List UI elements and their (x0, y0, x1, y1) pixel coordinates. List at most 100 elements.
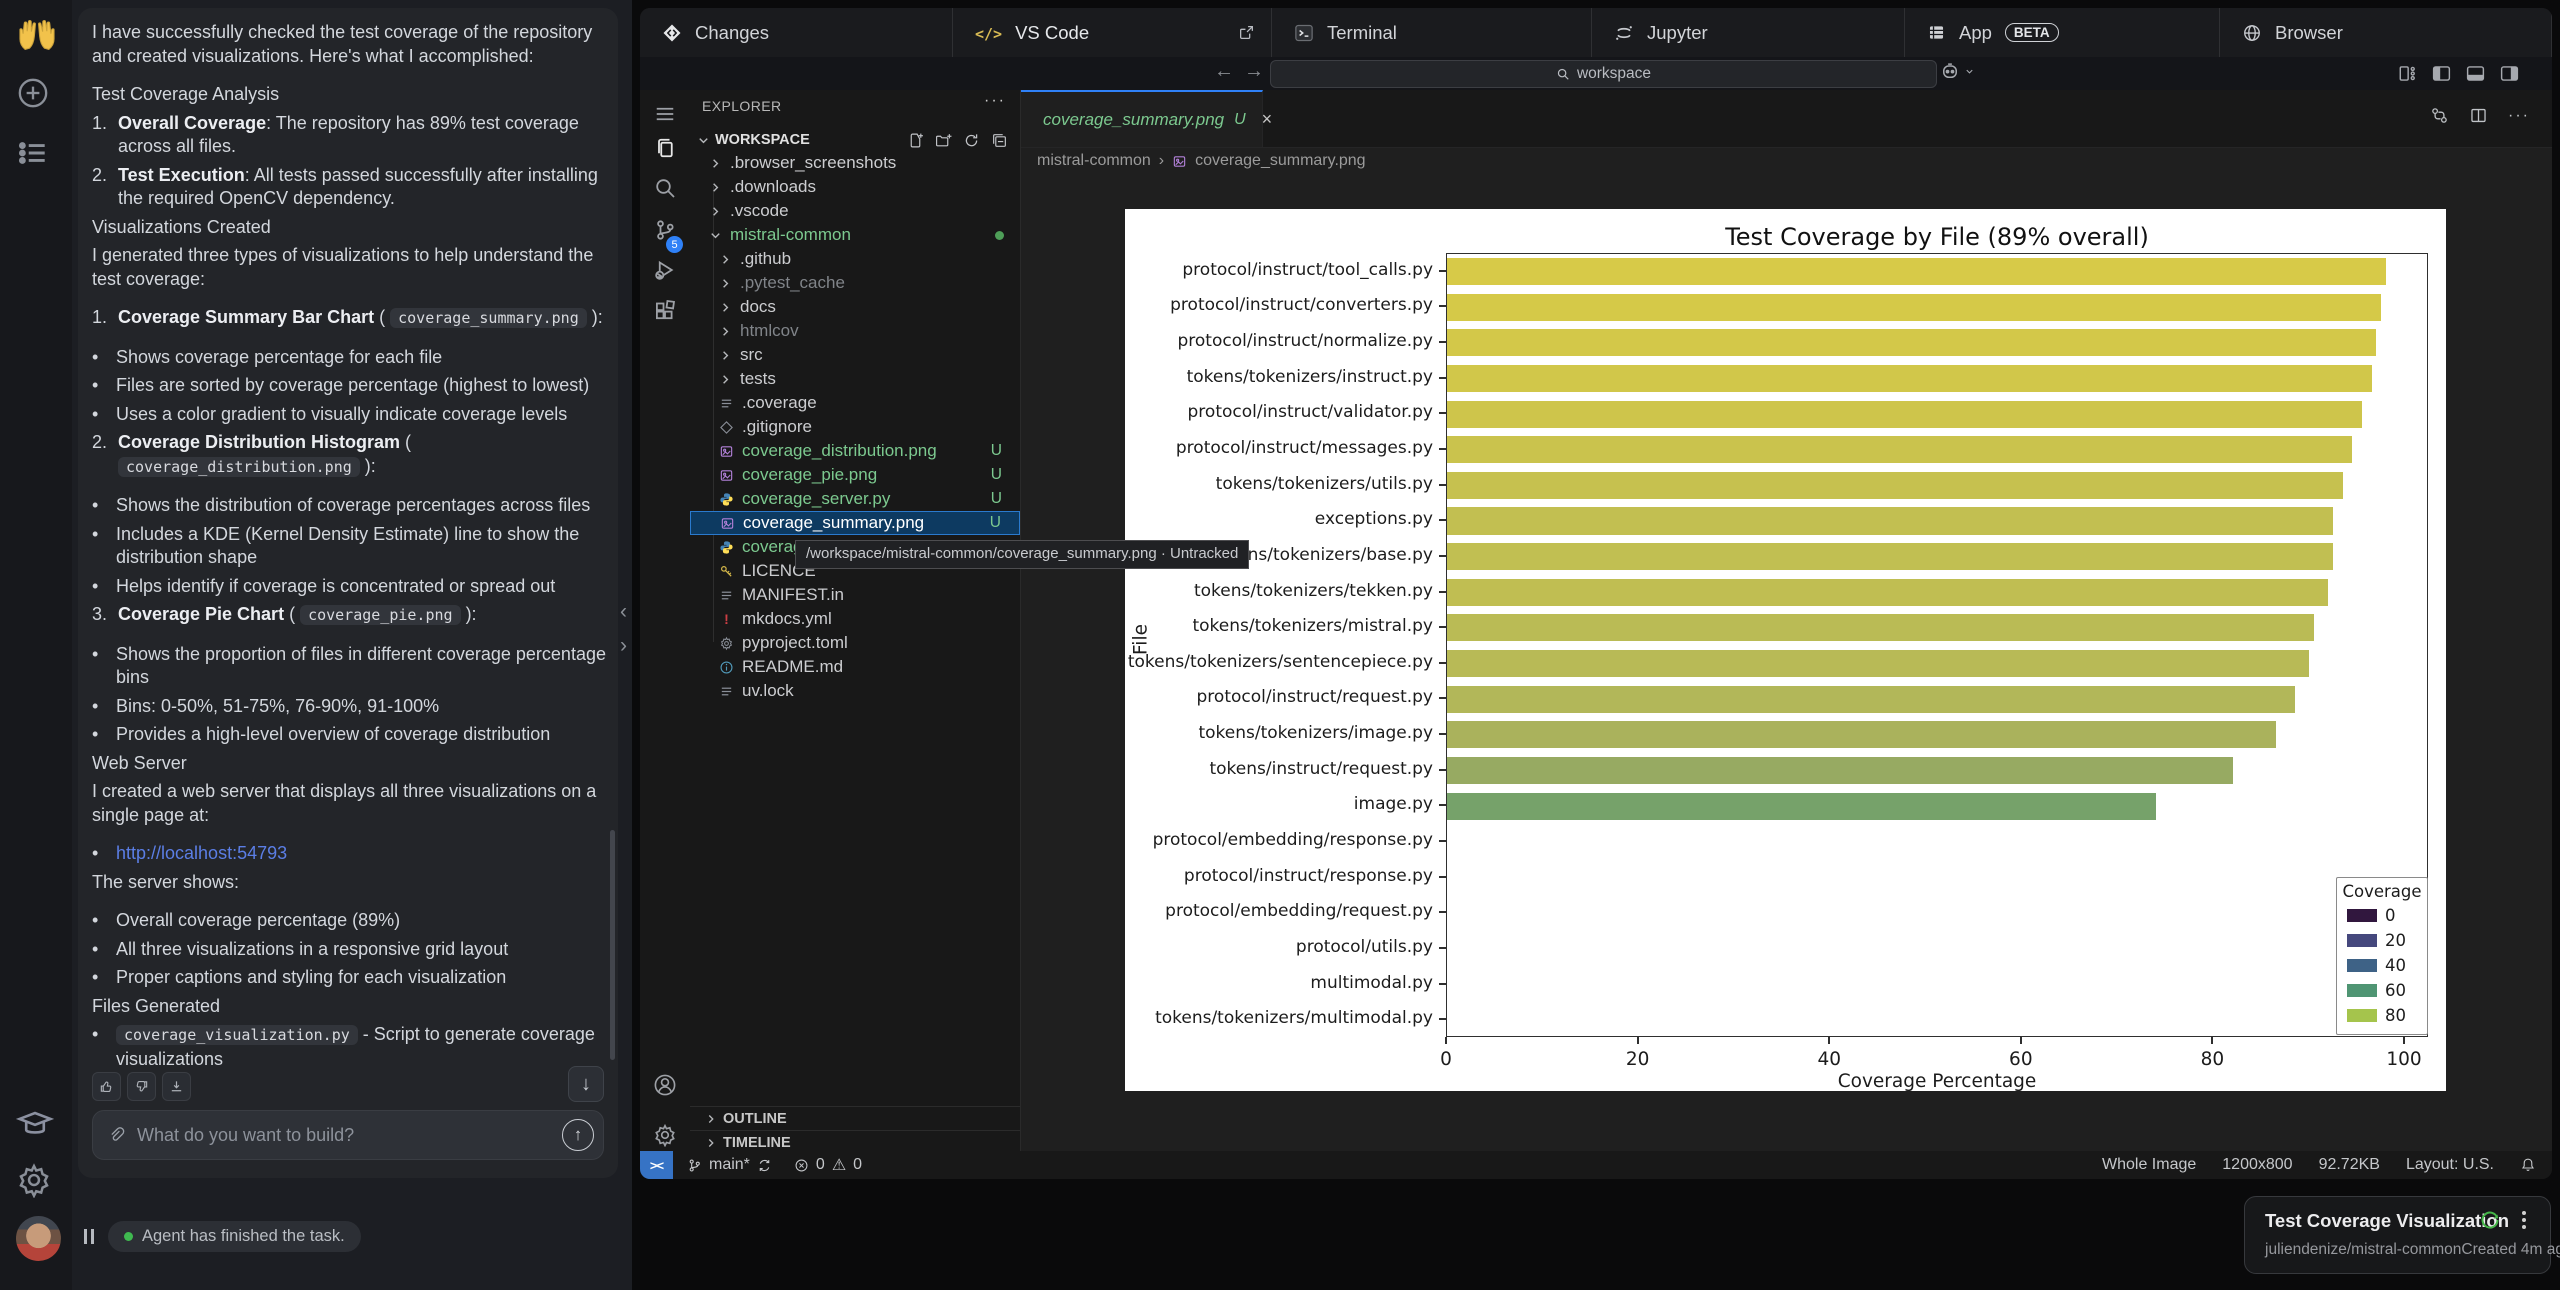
more-actions-icon[interactable]: ··· (2508, 107, 2530, 125)
code-chip: coverage_distribution.png (118, 457, 360, 477)
explorer-icon[interactable] (653, 136, 677, 160)
tab-jupyter[interactable]: Jupyter (1592, 8, 1905, 57)
breadcrumb-file[interactable]: coverage_summary.png (1195, 152, 1365, 170)
tree-item-uv.lock[interactable]: uv.lock (690, 679, 1020, 703)
attach-paperclip-icon[interactable] (107, 1126, 125, 1144)
download-transcript-button[interactable] (162, 1072, 191, 1101)
errors-icon[interactable] (794, 1158, 809, 1173)
tree-item-.pytest_cache[interactable]: .pytest_cache (690, 271, 1020, 295)
breadcrumb[interactable]: mistral-common › coverage_summary.png (1037, 147, 1366, 175)
search-icon[interactable] (653, 176, 677, 200)
branch-name[interactable]: main* (709, 1156, 750, 1174)
sync-icon[interactable] (757, 1158, 772, 1173)
tree-item-coverage_pie.png[interactable]: coverage_pie.pngU (690, 463, 1020, 487)
chat-paragraph: Web Server (92, 752, 608, 776)
chat-list-item: •All three visualizations in a responsiv… (92, 938, 608, 962)
workspace-search-box[interactable]: workspace (1270, 60, 1937, 88)
panel-expand-right-icon[interactable]: › (620, 634, 627, 658)
tree-item-pyproject.toml[interactable]: pyproject.toml (690, 631, 1020, 655)
chat-paragraph: Visualizations Created (92, 216, 608, 240)
customize-layout-icon[interactable] (2397, 63, 2418, 84)
close-icon[interactable]: × (1262, 109, 1273, 130)
file-name: README.md (742, 657, 843, 677)
tab-terminal[interactable]: Terminal (1272, 8, 1592, 57)
external-link-icon[interactable] (1238, 24, 1255, 41)
assistant-menu-icon[interactable] (1940, 61, 1975, 81)
send-button[interactable]: ↑ (562, 1119, 594, 1151)
kebab-menu-icon[interactable] (2522, 1211, 2526, 1229)
chart-xlabel: Coverage Percentage (1446, 1071, 2428, 1092)
thumbs-up-button[interactable] (92, 1072, 121, 1101)
tree-item-.browser_screenshots[interactable]: .browser_screenshots (690, 151, 1020, 175)
y-tick (1439, 412, 1446, 414)
toggle-bottom-panel-icon[interactable] (2465, 63, 2486, 84)
outline-section[interactable]: OUTLINE (690, 1106, 1020, 1130)
tree-item-.vscode[interactable]: .vscode (690, 199, 1020, 223)
chat-paragraph: Files Generated (92, 995, 608, 1019)
layout-label[interactable]: Layout: U.S. (2406, 1156, 2494, 1174)
chat-list-item: 2.Test Execution: All tests passed succe… (92, 164, 608, 211)
tree-item-.coverage[interactable]: .coverage (690, 391, 1020, 415)
run-debug-icon[interactable] (653, 258, 677, 282)
collapse-all-icon[interactable] (991, 132, 1008, 149)
tab-app[interactable]: AppBETA (1905, 8, 2220, 57)
open-changes-icon[interactable] (2430, 106, 2449, 125)
bar-protocol/instruct/converters.py (1447, 294, 2381, 321)
account-icon[interactable] (653, 1073, 677, 1097)
extensions-icon[interactable] (653, 299, 677, 323)
tree-item-coverage_distribution.png[interactable]: coverage_distribution.pngU (690, 439, 1020, 463)
chat-scrollbar[interactable] (610, 830, 615, 1060)
breadcrumb-folder[interactable]: mistral-common (1037, 152, 1151, 170)
tree-item-src[interactable]: src (690, 343, 1020, 367)
task-card[interactable]: Test Coverage Visualization juliendenize… (2244, 1196, 2551, 1274)
thumbs-down-button[interactable] (127, 1072, 156, 1101)
tree-item-.downloads[interactable]: .downloads (690, 175, 1020, 199)
tree-item-tests[interactable]: tests (690, 367, 1020, 391)
chat-list-item: 2.Coverage Distribution Histogram ( cove… (92, 431, 608, 479)
scroll-to-bottom-button[interactable]: ↓ (568, 1066, 604, 1102)
workspace-section-header[interactable]: WORKSPACE (690, 128, 1020, 152)
toggle-left-sidebar-icon[interactable] (2431, 63, 2452, 84)
toggle-right-sidebar-icon[interactable] (2499, 63, 2520, 84)
bell-icon[interactable] (2520, 1157, 2536, 1173)
tree-item-htmlcov[interactable]: htmlcov (690, 319, 1020, 343)
whole-image-label[interactable]: Whole Image (2102, 1156, 2196, 1174)
nav-forward-icon[interactable]: → (1244, 60, 1264, 83)
tab-vs-code[interactable]: </>VS Code (953, 8, 1272, 57)
menu-icon[interactable] (653, 102, 677, 126)
settings-gear-icon[interactable] (16, 1162, 52, 1198)
panel-collapse-left-icon[interactable]: ‹ (620, 600, 627, 624)
tree-item-mkdocs.yml[interactable]: !mkdocs.yml (690, 607, 1020, 631)
tab-changes[interactable]: Changes (640, 8, 953, 57)
task-gauge-icon[interactable] (2480, 1210, 2500, 1230)
nav-back-icon[interactable]: ← (1214, 60, 1234, 83)
user-avatar[interactable] (16, 1216, 61, 1261)
tree-item-MANIFEST.in[interactable]: MANIFEST.in (690, 583, 1020, 607)
activity-bar: 5 (640, 90, 690, 1151)
bar-label: protocol/embedding/response.py (1125, 830, 1433, 850)
tree-item-docs[interactable]: docs (690, 295, 1020, 319)
tree-item-.gitignore[interactable]: .gitignore (690, 415, 1020, 439)
localhost-link[interactable]: http://localhost:54793 (116, 843, 287, 863)
editor-tab-coverage-summary[interactable]: coverage_summary.png U × (1021, 90, 1263, 147)
tree-item-README.md[interactable]: README.md (690, 655, 1020, 679)
refresh-icon[interactable] (963, 132, 980, 149)
remote-indicator[interactable]: >< (640, 1151, 673, 1179)
tree-item-coverage_summary.png[interactable]: coverage_summary.pngU (690, 511, 1020, 535)
history-list-icon[interactable] (16, 136, 50, 170)
tree-item-mistral-common[interactable]: mistral-common (690, 223, 1020, 247)
new-file-icon[interactable] (907, 132, 924, 149)
tab-browser[interactable]: Browser (2220, 8, 2552, 57)
chat-list-item: •Files are sorted by coverage percentage… (92, 374, 608, 398)
tree-item-coverage_server.py[interactable]: coverage_server.pyU (690, 487, 1020, 511)
new-chat-icon[interactable] (16, 76, 50, 110)
tree-item-.github[interactable]: .github (690, 247, 1020, 271)
explorer-more-icon[interactable]: ··· (984, 92, 1006, 110)
chat-input[interactable] (135, 1124, 562, 1147)
split-editor-icon[interactable] (2469, 106, 2488, 125)
new-folder-icon[interactable] (935, 132, 952, 149)
academy-cap-icon[interactable] (16, 1104, 54, 1142)
manage-gear-icon[interactable] (653, 1123, 677, 1147)
chevron-right-icon (708, 204, 723, 219)
pause-icon[interactable] (84, 1229, 94, 1244)
